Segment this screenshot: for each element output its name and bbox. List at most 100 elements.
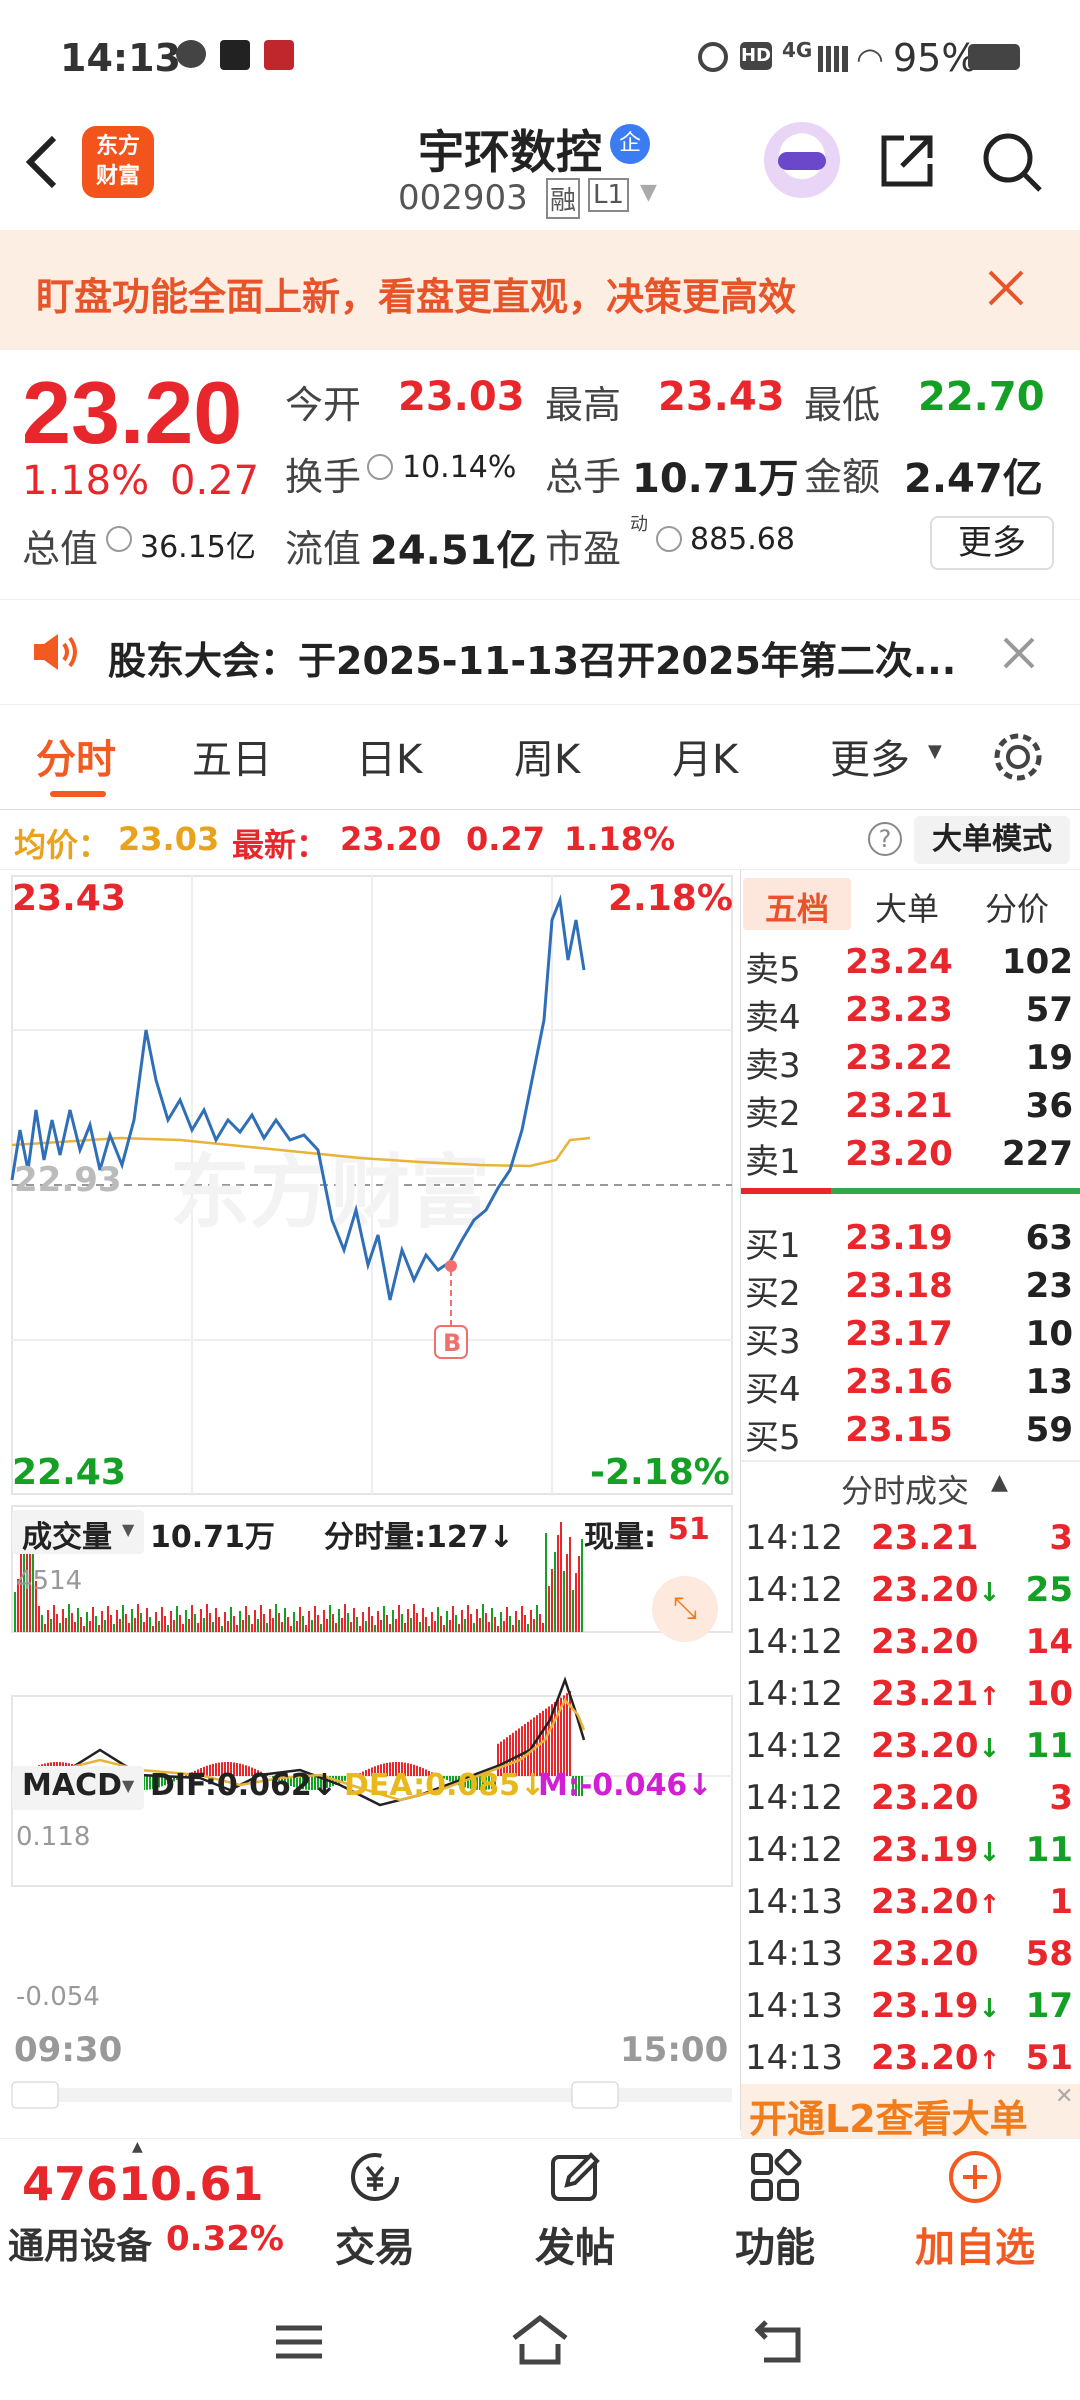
add-watchlist-button[interactable]: 加自选 — [900, 2149, 1050, 2273]
more-button[interactable]: 更多 — [930, 516, 1054, 570]
tab-five-day[interactable]: 五日 — [192, 727, 272, 785]
level-badge[interactable]: L1 — [588, 178, 630, 212]
dif-value: DIF:0.062↓ — [150, 1768, 337, 1803]
trade-time: 14:12 — [745, 1518, 843, 1558]
trade-volume: 58 — [1025, 1934, 1073, 1974]
expand-icon[interactable]: ⤡ — [652, 1576, 718, 1642]
trade-row: 14:12 23.20 14 — [741, 1618, 1080, 1670]
sell-price: 23.22 — [845, 1038, 953, 1078]
buy-label: 买2 — [745, 1274, 801, 1314]
help-icon[interactable]: ? — [868, 822, 902, 856]
feature-banner[interactable]: 盯盘功能全面上新，看盘更直观，决策更高效 — [0, 230, 1080, 350]
tab-five-level[interactable]: 五档 — [765, 884, 829, 930]
volume-bar — [38, 1606, 40, 1632]
volume-bar — [182, 1624, 184, 1632]
volume-bar — [101, 1611, 103, 1632]
tab-intraday[interactable]: 分时 — [36, 727, 116, 785]
tab-weekly-k[interactable]: 周K — [514, 727, 580, 785]
sell-row[interactable]: 卖1 23.20 227 — [741, 1130, 1080, 1182]
volume-label: 总手 — [545, 455, 622, 499]
volume-bar — [167, 1625, 169, 1632]
volume-bar — [389, 1624, 391, 1632]
volume-bar — [545, 1533, 547, 1632]
l2-promo[interactable]: 开通L2查看大单 ✕ — [741, 2084, 1080, 2141]
tab-big-order[interactable]: 大单 — [875, 884, 939, 930]
close-icon[interactable] — [986, 268, 1026, 308]
share-icon[interactable] — [876, 130, 938, 192]
volume-bar — [581, 1539, 583, 1632]
trade-button[interactable]: 交易 — [300, 2149, 450, 2273]
intraday-info-bar: 均价： 23.03 最新： 23.20 0.27 1.18% ? 大单模式 — [0, 810, 1080, 870]
buy-row[interactable]: 买4 23.16 13 — [741, 1358, 1080, 1410]
tab-price-dist[interactable]: 分价 — [985, 884, 1049, 930]
post-button[interactable]: 发帖 — [500, 2149, 650, 2273]
trade-time: 14:12 — [745, 1570, 843, 1610]
volume-bar — [485, 1613, 487, 1632]
close-icon[interactable]: ✕ — [1055, 2084, 1073, 2109]
function-button[interactable]: 功能 — [700, 2148, 850, 2273]
volume-bar — [305, 1625, 307, 1632]
home-icon[interactable] — [510, 2314, 570, 2366]
chg-value: 0.27 — [466, 820, 545, 858]
chevron-down-icon[interactable]: ▼ — [640, 180, 657, 205]
buy-row[interactable]: 买5 23.15 59 — [741, 1406, 1080, 1458]
add-watchlist-label: 加自选 — [915, 2225, 1035, 2271]
bottom-toolbar: ▲ 47610.61 通用设备 0.32% 交易 发帖 功能 加自选 — [0, 2138, 1080, 2278]
mcap-value: 36.15亿 — [140, 530, 256, 565]
time-scrollbar[interactable] — [12, 2088, 732, 2102]
sell-row[interactable]: 卖3 23.22 19 — [741, 1034, 1080, 1086]
tab-more[interactable]: 更多 — [830, 727, 910, 785]
bank-icon — [264, 40, 294, 70]
volume-bar — [200, 1609, 202, 1632]
chevron-down-icon[interactable]: ▼ — [928, 741, 942, 762]
logo-line1: 东方 — [95, 134, 140, 159]
volume-bar — [122, 1605, 124, 1632]
scroll-handle-right[interactable] — [571, 2081, 619, 2109]
volume-bar — [311, 1620, 313, 1632]
intraday-chart[interactable]: 东方财富 B 23.43 2.18% 22.93 22.43 -2.18% 成交… — [0, 870, 740, 2130]
battery-icon — [968, 44, 1020, 70]
start-time: 09:30 — [14, 2030, 123, 2070]
tab-daily-k[interactable]: 日K — [356, 727, 422, 785]
speaker-icon — [34, 634, 77, 670]
chart-canvas[interactable]: 东方财富 B — [0, 870, 740, 2130]
big-order-mode-button[interactable]: 大单模式 — [914, 816, 1070, 864]
buy-row[interactable]: 买2 23.18 23 — [741, 1262, 1080, 1314]
search-icon[interactable] — [980, 130, 1046, 196]
trade-row: 14:13 23.19↓ 17 — [741, 1982, 1080, 2034]
margin-badge: 融 — [546, 178, 581, 219]
eastmoney-logo[interactable]: 东方 财富 — [82, 126, 154, 198]
assistant-avatar[interactable] — [764, 122, 840, 198]
close-icon[interactable] — [1002, 636, 1036, 670]
trades-title[interactable]: 分时成交 — [841, 1466, 969, 1512]
axis-prev-close: 22.93 — [14, 1160, 122, 1200]
sell-row[interactable]: 卖4 23.23 57 — [741, 986, 1080, 1038]
notice-bar[interactable]: 股东大会：于2025-11-13召开2025年第二次... — [0, 600, 1080, 705]
volume-bar — [497, 1626, 499, 1632]
scroll-handle-left[interactable] — [11, 2081, 59, 2109]
buy-row[interactable]: 买3 23.17 10 — [741, 1310, 1080, 1362]
sell-strength-bar — [741, 1188, 831, 1194]
buy-row[interactable]: 买1 23.19 63 — [741, 1214, 1080, 1266]
volume-bar — [131, 1609, 133, 1632]
trade-time: 14:12 — [745, 1726, 843, 1766]
menu-icon[interactable] — [274, 2322, 324, 2362]
sell-row[interactable]: 卖5 23.24 102 — [741, 938, 1080, 990]
volume-bar — [359, 1626, 361, 1632]
buy-price: 23.17 — [845, 1314, 953, 1354]
info-icon[interactable] — [106, 526, 132, 552]
back-arrow-icon[interactable] — [22, 132, 62, 192]
info-icon[interactable] — [656, 526, 682, 552]
volume-bar — [266, 1623, 268, 1632]
info-icon[interactable] — [367, 454, 393, 480]
volume-bar — [536, 1605, 538, 1632]
back-icon[interactable] — [754, 2318, 806, 2364]
index-widget[interactable]: ▲ 47610.61 通用设备 0.32% — [0, 2139, 290, 2279]
volume-bar — [245, 1606, 247, 1632]
chevron-up-icon[interactable]: ▲ — [991, 1470, 1008, 1495]
tab-monthly-k[interactable]: 月K — [672, 727, 738, 785]
end-time: 15:00 — [620, 2030, 729, 2070]
gear-icon[interactable] — [990, 729, 1046, 785]
volume-bar — [404, 1623, 406, 1632]
sell-row[interactable]: 卖2 23.21 36 — [741, 1082, 1080, 1134]
